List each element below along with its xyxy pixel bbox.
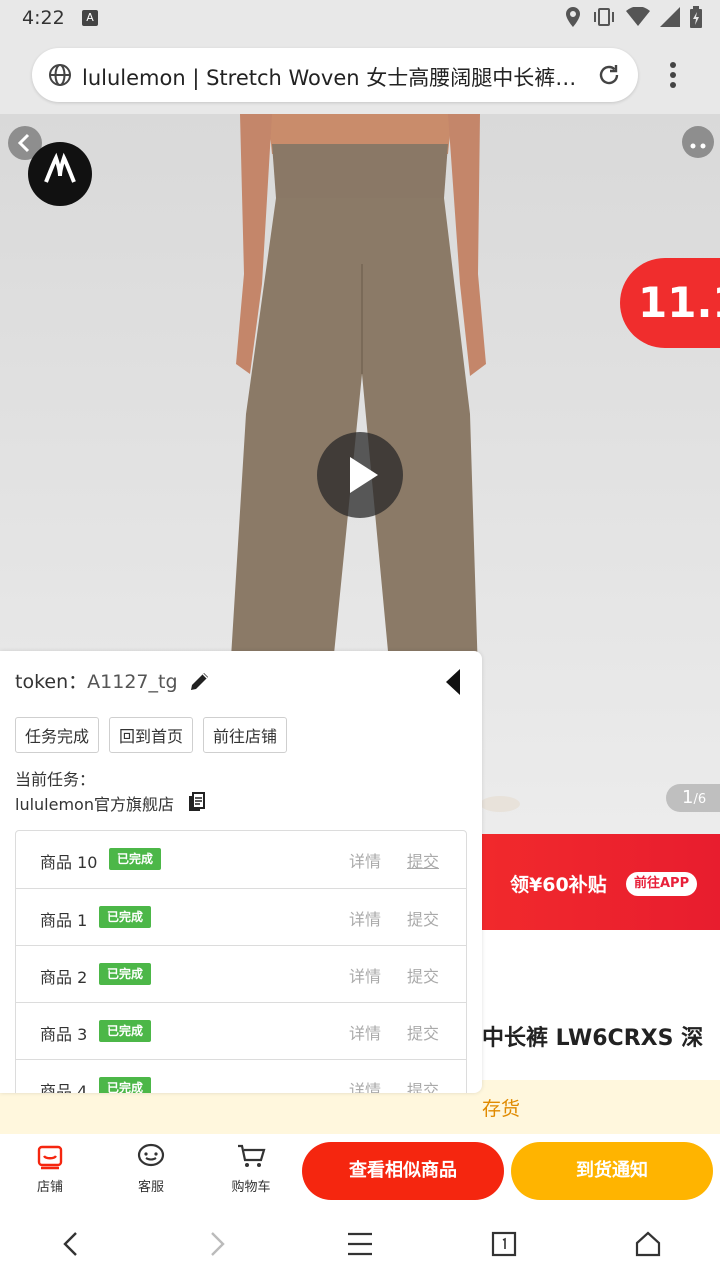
table-row: 商品 10 已完成 详情 提交 xyxy=(16,831,466,888)
nav-menu-icon[interactable] xyxy=(346,1230,374,1258)
open-app-button[interactable]: 前往APP xyxy=(626,872,698,896)
token-value: A1127_tg xyxy=(87,671,178,693)
product-name: 商品 4 xyxy=(40,1082,88,1093)
tab-store-label: 店铺 xyxy=(36,1180,63,1195)
browser-toolbar: lululemon | Stretch Woven 女士高腰阔腿中长裤… xyxy=(0,36,720,114)
token-row: token：A1127_tg xyxy=(15,667,178,694)
task-product-table: 商品 10 已完成 详情 提交 商品 1 已完成 详情 提交 商品 2 已完成 … xyxy=(15,830,467,1093)
url-text[interactable]: lululemon | Stretch Woven 女士高腰阔腿中长裤… xyxy=(82,62,592,92)
status-icons xyxy=(564,6,702,28)
image-counter: 1/6 xyxy=(666,784,720,812)
navigation-bar xyxy=(0,1210,720,1280)
status-bar: 4:22 A xyxy=(0,0,720,36)
nav-forward-icon[interactable] xyxy=(204,1230,230,1258)
submit-link[interactable]: 提交 xyxy=(407,906,439,930)
tab-store[interactable]: 店铺 xyxy=(15,1142,85,1195)
battery-icon xyxy=(690,6,702,28)
product-name: 商品 10 xyxy=(40,853,98,872)
token-label: token： xyxy=(15,671,88,693)
current-task-value: lululemon官方旗舰店 xyxy=(15,795,174,814)
table-row: 商品 2 已完成 详情 提交 xyxy=(16,945,466,1002)
cart-icon xyxy=(238,1144,266,1167)
submit-link[interactable]: 提交 xyxy=(407,1020,439,1044)
lululemon-logo-icon xyxy=(44,152,76,183)
status-badge: 已完成 xyxy=(99,906,152,928)
view-similar-button[interactable]: 查看相似商品 xyxy=(302,1142,504,1200)
detail-link[interactable]: 详情 xyxy=(349,906,381,930)
detail-link[interactable]: 详情 xyxy=(349,1020,381,1044)
detail-link[interactable]: 详情 xyxy=(349,963,381,987)
product-title: 中长裤 LW6CRXS 深 xyxy=(482,1026,704,1051)
collapse-panel-icon[interactable] xyxy=(444,667,464,697)
task-buttons: 任务完成 回到首页 前往店铺 xyxy=(15,717,288,753)
table-row: 商品 1 已完成 详情 提交 xyxy=(16,888,466,945)
nav-tabs-icon[interactable] xyxy=(490,1230,518,1258)
status-badge: 已完成 xyxy=(99,1020,152,1042)
play-video-button[interactable] xyxy=(317,432,403,518)
copy-icon[interactable] xyxy=(188,792,206,812)
detail-link[interactable]: 详情 xyxy=(349,1077,381,1093)
current-task-label: 当前任务： xyxy=(15,770,96,789)
play-icon xyxy=(350,457,378,493)
wifi-icon xyxy=(626,7,650,26)
back-home-button[interactable]: 回到首页 xyxy=(109,717,194,753)
double-eleven-badge[interactable]: 11.11 xyxy=(620,258,720,348)
browser-menu-icon[interactable] xyxy=(664,60,682,90)
image-counter-current: 1 xyxy=(682,787,694,808)
product-name: 商品 2 xyxy=(40,968,88,987)
product-name: 商品 1 xyxy=(40,911,88,930)
subsidy-text: 领¥60补贴 xyxy=(510,874,607,896)
bottom-action-bar: 店铺 客服 购物车 查看相似商品 到货通知 xyxy=(0,1134,720,1210)
arrival-notify-button[interactable]: 到货通知 xyxy=(511,1142,713,1200)
task-complete-button[interactable]: 任务完成 xyxy=(15,717,100,753)
font-a-icon: A xyxy=(82,10,98,26)
tab-cart[interactable]: 购物车 xyxy=(216,1142,286,1195)
reload-icon[interactable] xyxy=(596,62,622,88)
store-icon xyxy=(37,1145,63,1170)
tab-service-label: 客服 xyxy=(137,1180,164,1195)
detail-link[interactable]: 详情 xyxy=(349,848,381,872)
task-panel: token：A1127_tg 任务完成 回到首页 前往店铺 当前任务： lulu… xyxy=(0,651,482,1093)
image-counter-total: /6 xyxy=(693,792,707,807)
globe-icon xyxy=(49,64,71,86)
status-badge: 已完成 xyxy=(109,848,162,870)
stock-text: 存货 xyxy=(482,1098,521,1120)
lululemon-logo xyxy=(28,142,92,206)
more-button[interactable] xyxy=(682,126,714,158)
submit-link[interactable]: 提交 xyxy=(407,848,439,872)
submit-link[interactable]: 提交 xyxy=(407,1077,439,1093)
url-bar[interactable]: lululemon | Stretch Woven 女士高腰阔腿中长裤… xyxy=(32,48,638,102)
customer-service-icon xyxy=(137,1143,165,1167)
status-time: 4:22 xyxy=(22,7,65,29)
go-store-button[interactable]: 前往店铺 xyxy=(203,717,288,753)
tab-cart-label: 购物车 xyxy=(231,1180,271,1195)
submit-link[interactable]: 提交 xyxy=(407,963,439,987)
signal-icon xyxy=(660,7,680,27)
table-row: 商品 4 已完成 详情 提交 xyxy=(16,1059,466,1093)
table-row: 商品 3 已完成 详情 提交 xyxy=(16,1002,466,1059)
vibrate-icon xyxy=(594,8,614,26)
tab-service[interactable]: 客服 xyxy=(116,1142,186,1195)
status-badge: 已完成 xyxy=(99,1077,152,1093)
nav-back-icon[interactable] xyxy=(58,1230,84,1258)
more-dots-icon xyxy=(690,143,706,149)
status-badge: 已完成 xyxy=(99,963,152,985)
location-icon xyxy=(566,7,580,27)
nav-home-icon[interactable] xyxy=(634,1230,662,1258)
edit-icon[interactable] xyxy=(188,669,212,693)
product-name: 商品 3 xyxy=(40,1025,88,1044)
